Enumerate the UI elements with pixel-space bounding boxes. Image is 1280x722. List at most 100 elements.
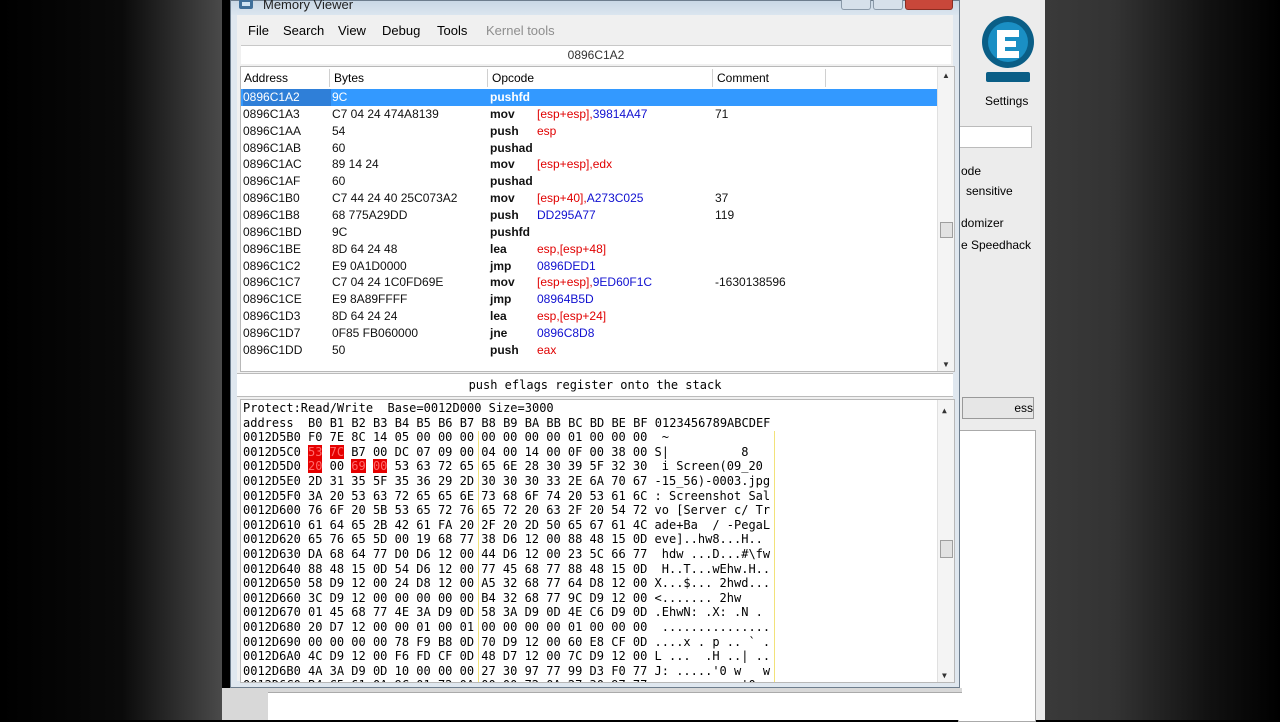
hex-byte[interactable]: 5F xyxy=(590,459,604,473)
hex-row[interactable]: 0012D630 DA 68 64 77 D0 D6 12 00 44 D6 12 00 23 5C 66 77… xyxy=(243,547,943,562)
hex-byte[interactable]: 00 xyxy=(416,664,430,678)
hex-byte[interactable]: 72 xyxy=(633,503,647,517)
hex-byte[interactable]: 20 xyxy=(330,489,344,503)
hex-byte[interactable]: 44 xyxy=(481,547,495,561)
hex-byte[interactable]: 20 xyxy=(308,620,322,634)
hex-byte[interactable]: 6A xyxy=(590,474,604,488)
hex-byte[interactable]: 72 xyxy=(395,489,409,503)
hex-byte[interactable]: 72 xyxy=(438,503,452,517)
hex-byte[interactable]: 00 xyxy=(633,576,647,590)
hex-byte[interactable]: 12 xyxy=(611,649,625,663)
hex-byte[interactable]: 12 xyxy=(525,532,539,546)
hex-byte[interactable]: 30 xyxy=(481,474,495,488)
hex-byte[interactable]: CF xyxy=(611,635,625,649)
hex-byte[interactable]: 12 xyxy=(438,547,452,561)
hex-byte[interactable]: 7E xyxy=(330,430,344,444)
hex-byte[interactable]: 00 xyxy=(525,620,539,634)
hex-byte[interactable]: 61 xyxy=(611,489,625,503)
hex-byte[interactable]: 20 xyxy=(525,503,539,517)
hex-byte[interactable]: 23 xyxy=(568,547,582,561)
hex-byte[interactable]: 61 xyxy=(308,518,322,532)
maximize-button[interactable] xyxy=(873,0,903,10)
hex-byte[interactable]: 3A xyxy=(503,605,517,619)
hex-byte[interactable]: 00 xyxy=(481,430,495,444)
hex-byte[interactable]: 01 xyxy=(568,620,582,634)
hex-byte[interactable]: 00 xyxy=(460,430,474,444)
hex-byte[interactable]: 28 xyxy=(525,459,539,473)
disasm-row[interactable]: 0896C1BD 9C pushfd xyxy=(241,224,937,241)
value-input[interactable] xyxy=(958,126,1032,148)
hex-byte[interactable]: 68 xyxy=(525,576,539,590)
hex-byte[interactable]: D9 xyxy=(590,649,604,663)
hex-byte[interactable]: 65 xyxy=(308,532,322,546)
hex-byte[interactable]: 65 xyxy=(351,518,365,532)
disasm-row[interactable]: 0896C1D3 8D 64 24 24 lea esp,[esp+24] xyxy=(241,308,937,325)
hex-byte[interactable]: FA xyxy=(438,518,452,532)
hex-byte[interactable]: 58 xyxy=(481,605,495,619)
hex-row[interactable]: 0012D5F0 3A 20 53 63 72 65 65 6E 73 68 6F 74 20 53 61 6C… xyxy=(243,489,943,504)
address-display[interactable]: 0896C1A2 xyxy=(241,45,951,64)
hex-row[interactable]: 0012D660 3C D9 12 00 00 00 00 00 B4 32 68 77 9C D9 12 00… xyxy=(243,591,943,606)
hex-byte[interactable]: 00 xyxy=(546,532,560,546)
hex-byte[interactable]: 53 xyxy=(395,459,409,473)
hex-byte[interactable]: 6F xyxy=(525,489,539,503)
hex-row[interactable]: 0012D5C0 53 7C B7 00 DC 07 09 00 04 00 14 00 0F 00 38 00… xyxy=(243,444,943,460)
hex-byte[interactable]: 00 xyxy=(460,576,474,590)
hex-byte[interactable]: B4 xyxy=(481,591,495,605)
hex-byte[interactable]: 00 xyxy=(546,430,560,444)
hex-byte[interactable]: 78 xyxy=(395,635,409,649)
hex-byte[interactable]: A5 xyxy=(481,576,495,590)
hex-byte[interactable]: 3A xyxy=(416,605,430,619)
hex-byte[interactable]: 9C xyxy=(568,591,582,605)
hex-byte[interactable]: 4E xyxy=(568,605,582,619)
hex-byte[interactable]: 12 xyxy=(438,576,452,590)
hex-byte[interactable]: 15 xyxy=(611,532,625,546)
hex-byte[interactable]: 12 xyxy=(525,649,539,663)
hex-byte[interactable]: 00 xyxy=(611,620,625,634)
hex-byte[interactable]: 72 xyxy=(438,459,452,473)
hex-byte-changed[interactable]: 69 xyxy=(351,459,366,474)
hex-byte[interactable]: 0D xyxy=(373,664,387,678)
hex-byte[interactable]: 48 xyxy=(330,562,344,576)
scroll-thumb[interactable] xyxy=(940,222,953,238)
hex-byte[interactable]: 63 xyxy=(373,489,387,503)
hex-byte[interactable]: 4E xyxy=(395,605,409,619)
hex-byte[interactable]: 3C xyxy=(308,591,322,605)
hex-byte[interactable]: 00 xyxy=(460,591,474,605)
hex-byte[interactable]: 5B xyxy=(373,503,387,517)
hex-byte[interactable]: 5C xyxy=(590,547,604,561)
hex-row-ascii[interactable]: ............... xyxy=(655,620,770,635)
hex-byte[interactable]: 77 xyxy=(546,591,560,605)
hex-byte[interactable]: 15 xyxy=(351,562,365,576)
hex-byte[interactable]: 53 xyxy=(395,503,409,517)
option-label-speedhack[interactable]: e Speedhack xyxy=(961,238,1031,252)
hex-byte[interactable]: 20 xyxy=(351,503,365,517)
hex-row[interactable]: 0012D680 20 D7 12 00 00 01 00 01 00 00 00 00 01 00 00 00… xyxy=(243,620,943,635)
hex-row[interactable]: 0012D620 65 76 65 5D 00 19 68 77 38 D6 12 00 88 48 15 0D… xyxy=(243,532,943,547)
hex-byte[interactable]: 0D xyxy=(373,562,387,576)
hex-row[interactable]: 0012D690 00 00 00 00 78 F9 B8 0D 70 D9 12 00 60 E8 CF 0D… xyxy=(243,635,943,650)
hex-byte[interactable]: F6 xyxy=(395,649,409,663)
hex-byte[interactable]: 68 xyxy=(525,562,539,576)
hex-byte[interactable]: 2D xyxy=(308,474,322,488)
hex-byte[interactable]: D0 xyxy=(395,547,409,561)
hex-row-ascii[interactable]: H..T...wEhw.H.. xyxy=(655,562,770,577)
hex-byte[interactable]: 4C xyxy=(633,518,647,532)
hex-row[interactable]: 0012D5B0 F0 7E 8C 14 05 00 00 00 00 00 00 00 01 00 00 00… xyxy=(243,430,943,445)
hex-byte[interactable]: 5D xyxy=(373,532,387,546)
hex-byte[interactable]: 70 xyxy=(611,474,625,488)
hex-byte[interactable]: 00 xyxy=(416,591,430,605)
hex-byte[interactable]: 00 xyxy=(611,430,625,444)
hex-byte[interactable]: 54 xyxy=(395,562,409,576)
hex-byte[interactable]: 77 xyxy=(633,664,647,678)
hex-byte[interactable]: 00 xyxy=(481,678,495,682)
hex-byte[interactable]: 00 xyxy=(460,562,474,576)
hex-byte[interactable]: 32 xyxy=(611,459,625,473)
option-label-randomizer[interactable]: domizer xyxy=(961,216,1004,230)
disassembler-pane[interactable]: Address Bytes Opcode Comment 0896C1A2 9C p… xyxy=(240,66,955,372)
hex-byte[interactable]: 00 xyxy=(373,445,387,459)
hex-byte[interactable]: 32 xyxy=(503,576,517,590)
hex-byte[interactable]: 0A xyxy=(373,678,387,682)
hex-row[interactable]: 0012D600 76 6F 20 5B 53 65 72 76 65 72 20 63 2F 20 54 72… xyxy=(243,503,943,518)
hex-byte[interactable]: 0A xyxy=(546,678,560,682)
